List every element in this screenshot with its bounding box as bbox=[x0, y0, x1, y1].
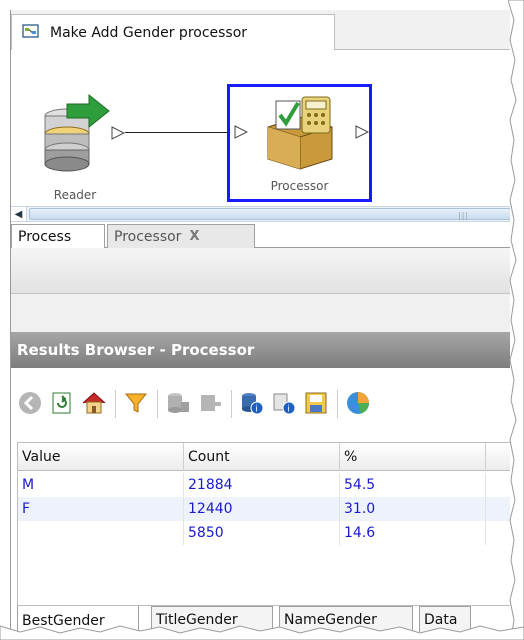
results-toolbar: i i bbox=[11, 376, 510, 436]
tab-namegender[interactable]: NameGender bbox=[279, 606, 413, 632]
pin-icon[interactable] bbox=[197, 390, 223, 416]
tab-bestgender[interactable]: BestGender bbox=[17, 606, 139, 632]
reader-node-label: Reader bbox=[53, 188, 97, 202]
process-canvas[interactable]: Reader Processor bbox=[11, 50, 510, 206]
splitter-area[interactable] bbox=[11, 294, 510, 332]
pie-chart-icon[interactable] bbox=[345, 390, 371, 416]
processor-node[interactable]: Processor bbox=[227, 84, 372, 202]
tab-process[interactable]: Process bbox=[11, 224, 105, 248]
processor-config-panel bbox=[11, 248, 510, 294]
svg-text:i: i bbox=[287, 405, 290, 415]
document-tabstrip: Make Add Gender processor bbox=[11, 10, 510, 50]
scroll-left-arrow-icon[interactable]: ◀ bbox=[11, 207, 27, 221]
table-row[interactable]: M 21884 54.5 bbox=[18, 473, 510, 497]
refresh-icon[interactable] bbox=[49, 390, 75, 416]
table-row[interactable]: 5850 14.6 bbox=[18, 521, 510, 545]
processor-output-port-icon[interactable] bbox=[355, 125, 370, 143]
processor-box-icon bbox=[262, 93, 338, 175]
tab-bestgender-label: BestGender bbox=[22, 612, 105, 629]
database-reader-icon bbox=[39, 93, 111, 188]
toolbar-separator bbox=[337, 390, 338, 418]
tab-processor-label: Processor bbox=[114, 228, 182, 245]
results-tabstrip: BestGender TitleGender NameGender Data bbox=[11, 606, 510, 632]
home-icon[interactable] bbox=[81, 390, 107, 416]
tab-titlegender[interactable]: TitleGender bbox=[151, 606, 273, 632]
column-header-count[interactable]: Count bbox=[184, 443, 340, 471]
column-header-value[interactable]: Value bbox=[18, 443, 184, 471]
document-tab-label: Make Add Gender processor bbox=[50, 24, 248, 41]
tab-data[interactable]: Data bbox=[419, 606, 471, 632]
table-header: Value Count % bbox=[18, 443, 510, 471]
export-icon[interactable] bbox=[165, 390, 191, 416]
toolbar-separator bbox=[157, 390, 158, 418]
back-icon[interactable] bbox=[17, 390, 43, 416]
application-window: Make Add Gender processor Reader Process… bbox=[10, 10, 510, 632]
cell-count: 12440 bbox=[184, 497, 340, 521]
tab-namegender-label: NameGender bbox=[284, 612, 377, 628]
reader-node[interactable]: Reader bbox=[39, 92, 111, 202]
cell-value bbox=[18, 521, 184, 545]
table-row[interactable]: F 12440 31.0 bbox=[18, 497, 510, 521]
column-header-percent[interactable]: % bbox=[340, 443, 486, 471]
torn-edge-right bbox=[508, 0, 524, 640]
cell-value: M bbox=[18, 473, 184, 497]
toolbar-separator bbox=[115, 390, 116, 418]
toolbar-separator bbox=[231, 390, 232, 418]
filter-icon[interactable] bbox=[123, 390, 149, 416]
svg-text:i: i bbox=[255, 405, 258, 415]
tab-processor[interactable]: Processor X bbox=[107, 224, 255, 248]
scrollbar-thumb[interactable]: ||| bbox=[29, 208, 510, 220]
cell-percent: 54.5 bbox=[340, 473, 486, 497]
cell-value: F bbox=[18, 497, 184, 521]
close-tab-icon[interactable]: X bbox=[189, 229, 199, 244]
canvas-horizontal-scrollbar[interactable]: ◀ ||| bbox=[11, 206, 510, 222]
results-browser-title: Results Browser - Processor bbox=[11, 332, 510, 368]
reader-output-port-icon[interactable] bbox=[111, 126, 126, 144]
column-header-filler bbox=[486, 443, 510, 471]
cell-count: 21884 bbox=[184, 473, 340, 497]
processor-node-label: Processor bbox=[270, 179, 329, 193]
connector-line bbox=[125, 132, 229, 133]
cell-count: 5850 bbox=[184, 521, 340, 545]
cell-percent: 14.6 bbox=[340, 521, 486, 545]
cell-percent: 31.0 bbox=[340, 497, 486, 521]
tab-data-label: Data bbox=[424, 612, 458, 628]
database-info-icon[interactable]: i bbox=[239, 390, 265, 416]
record-info-icon[interactable]: i bbox=[271, 390, 297, 416]
process-diagram-icon bbox=[22, 23, 40, 43]
save-icon[interactable] bbox=[303, 390, 329, 416]
tab-process-label: Process bbox=[18, 228, 72, 245]
document-tab[interactable]: Make Add Gender processor bbox=[11, 14, 335, 50]
processor-input-port-icon[interactable] bbox=[234, 125, 249, 143]
tab-titlegender-label: TitleGender bbox=[156, 612, 238, 628]
process-tabstrip: Process Processor X bbox=[11, 222, 510, 248]
scrollbar-grip-icon: ||| bbox=[458, 211, 470, 220]
results-table: Value Count % M 21884 54.5 F 12440 31.0 … bbox=[17, 442, 510, 606]
